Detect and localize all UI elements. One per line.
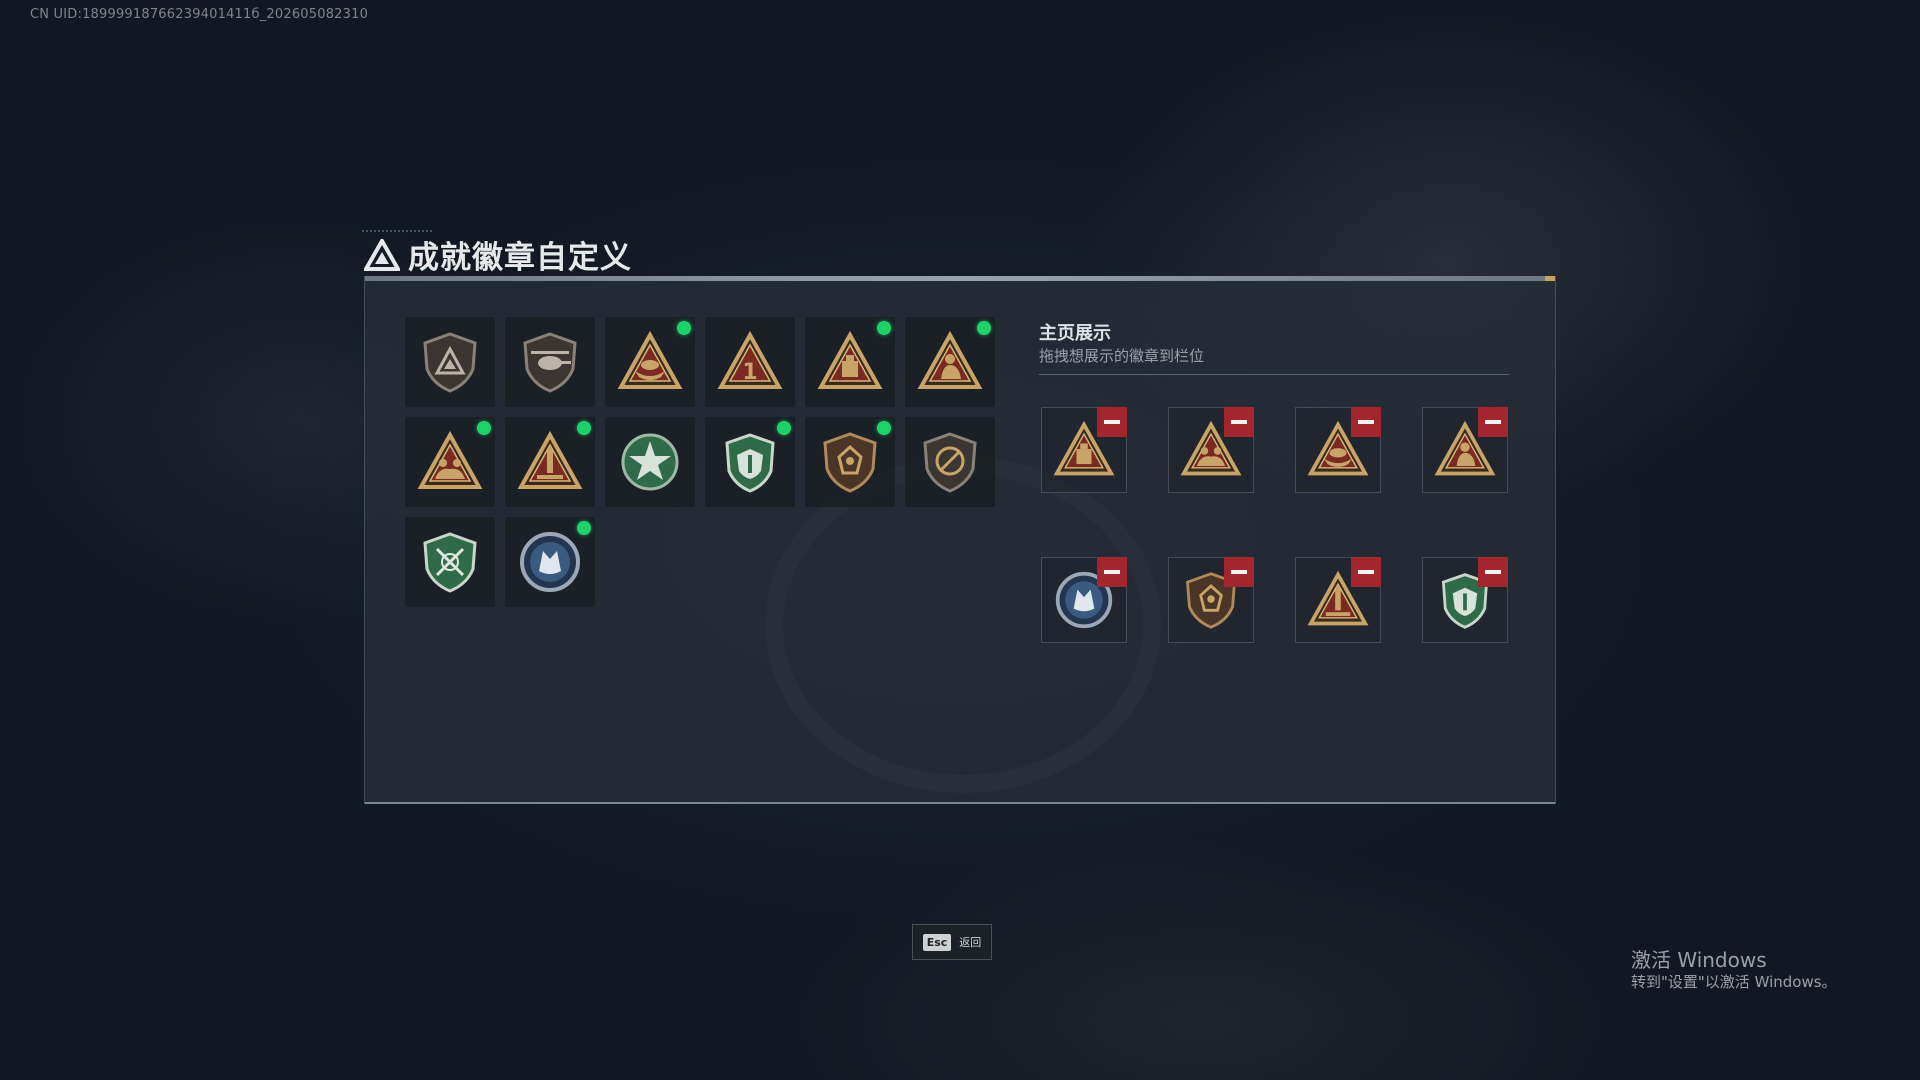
badge-item[interactable] [505,417,595,507]
equipped-indicator [877,321,891,335]
minus-icon [1104,420,1120,424]
green-rifles-shield-badge-icon [423,532,477,593]
showcase-slot[interactable] [1041,557,1127,643]
badge-item[interactable] [905,417,995,507]
badge-item[interactable] [605,417,695,507]
green-star-badge-icon [621,433,679,491]
remove-badge-button[interactable] [1478,407,1508,437]
activate-windows-title: 激活 Windows [1631,948,1767,972]
minus-icon [1358,420,1374,424]
minus-icon [1231,420,1247,424]
equipped-indicator [677,321,691,335]
boat-triangle-badge-icon [617,330,683,389]
showcase-slot[interactable] [1168,557,1254,643]
no-gun-shield-badge-icon [923,432,977,493]
badge-grid: 1 [405,317,995,607]
equipped-indicator [977,321,991,335]
uid-label: CN UID:18999918766239401411б_20260508231… [30,7,369,22]
remove-badge-button[interactable] [1351,557,1381,587]
badge-item[interactable] [405,517,495,607]
minus-icon [1231,570,1247,574]
activate-windows-hint: 转到"设置"以激活 Windows。 [1631,973,1837,991]
equipped-indicator [477,421,491,435]
showcase-slot[interactable] [1041,407,1127,493]
remove-badge-button[interactable] [1097,407,1127,437]
wolf-round-badge-icon [520,532,580,592]
remove-badge-button[interactable] [1097,557,1127,587]
showcase-slot[interactable] [1295,557,1381,643]
minus-icon [1358,570,1374,574]
remove-badge-button[interactable] [1224,407,1254,437]
badge-item[interactable] [405,417,495,507]
shield-triangle-badge-icon [423,332,477,393]
showcase-slot[interactable] [1295,407,1381,493]
showcase-divider [1039,374,1509,375]
badge-customization-panel: 1 主页展示 拖拽想展示的徽章到栏位 [364,276,1556,804]
green-crest-badge-icon [725,433,775,493]
badge-item[interactable] [805,417,895,507]
badge-item[interactable]: 1 [705,317,795,407]
remove-badge-button[interactable] [1224,557,1254,587]
soldier-triangle-badge-icon [917,330,983,389]
triangle-logo-icon [364,238,400,271]
panel-top-bar [365,276,1555,281]
badge-item[interactable] [905,317,995,407]
showcase-slot[interactable] [1168,407,1254,493]
page-title-row: 成就徽章自定义 [364,232,632,277]
remove-badge-button[interactable] [1351,407,1381,437]
showcase-subtitle: 拖拽想展示的徽章到栏位 [1039,347,1205,365]
showcase-slot[interactable] [1422,407,1508,493]
rocket-triangle-badge-icon [517,430,583,489]
badge-item[interactable] [705,417,795,507]
minus-icon [1485,570,1501,574]
esc-key-label: Esc [922,933,952,951]
badge-item[interactable] [505,317,595,407]
remove-badge-button[interactable] [1478,557,1508,587]
squad-triangle-badge-icon [417,430,483,489]
equipped-indicator [777,421,791,435]
showcase-slot[interactable] [1422,557,1508,643]
badge-item[interactable] [605,317,695,407]
minus-icon [1485,420,1501,424]
showcase-title: 主页展示 [1039,323,1111,344]
back-label: 返回 [959,936,982,949]
equipped-indicator [877,421,891,435]
badge-item[interactable] [805,317,895,407]
showcase-slots [1041,407,1508,643]
helicopter-shield-badge-icon [523,332,577,393]
equipped-indicator [577,421,591,435]
page-title: 成就徽章自定义 [408,240,632,276]
badge-item[interactable] [405,317,495,407]
svg-text:1: 1 [742,360,757,385]
number-one-triangle-badge-icon: 1 [717,330,783,389]
badge-item[interactable] [505,517,595,607]
minus-icon [1104,570,1120,574]
back-button[interactable]: Esc 返回 [912,924,992,960]
equipped-indicator [577,521,591,535]
panel-bottom-line [365,802,1555,804]
lion-shield-badge-icon [823,432,877,493]
supply-crate-triangle-badge-icon [817,330,883,389]
